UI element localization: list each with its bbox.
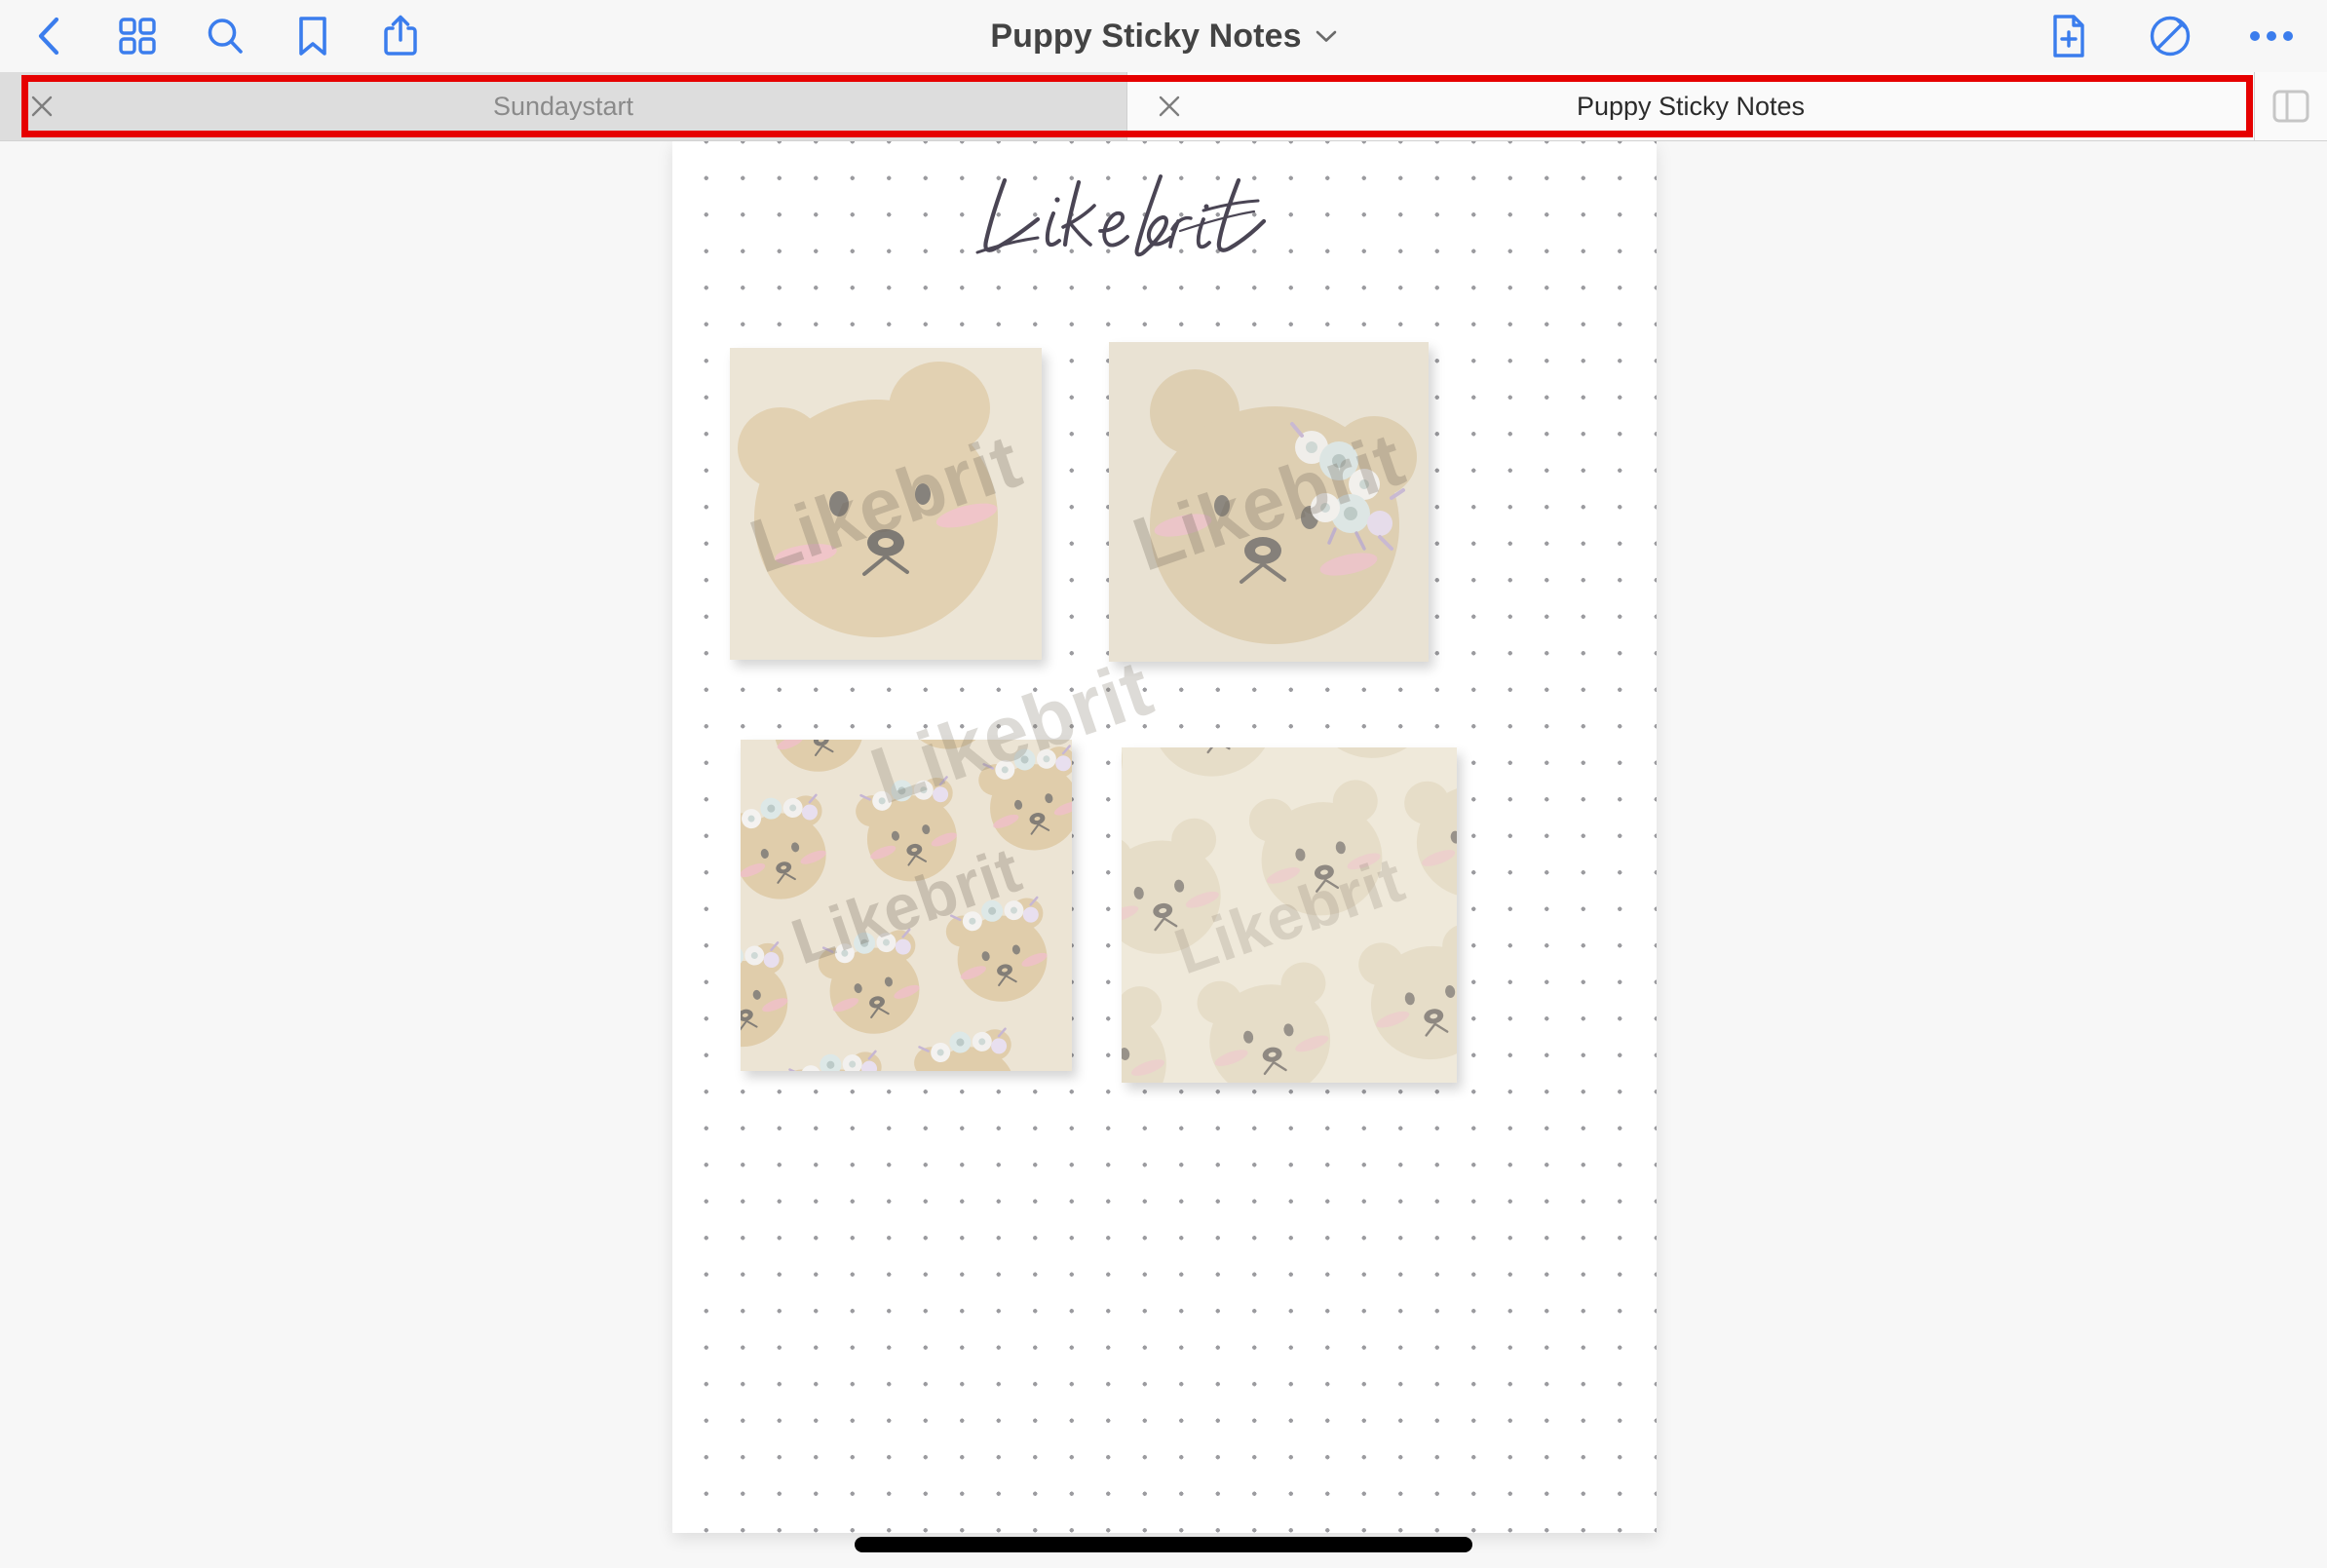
back-button[interactable] bbox=[27, 14, 72, 58]
bookmark-icon[interactable] bbox=[290, 14, 335, 58]
more-ellipsis-icon[interactable] bbox=[2249, 14, 2294, 58]
chevron-down-icon[interactable] bbox=[1316, 30, 1337, 43]
search-icon[interactable] bbox=[203, 14, 248, 58]
home-indicator bbox=[855, 1537, 1472, 1552]
add-page-icon[interactable] bbox=[2046, 14, 2091, 58]
floral-bear-pattern-sticky-note[interactable]: Likebrit bbox=[741, 740, 1072, 1071]
document-canvas[interactable]: Likebrit Likebrit Likebrit Likebrit Like… bbox=[0, 141, 2327, 1568]
bear-face-sticky-note[interactable]: Likebrit bbox=[730, 348, 1042, 660]
top-toolbar: Puppy Sticky Notes bbox=[0, 0, 2327, 72]
tab-sundaystart[interactable]: Sundaystart bbox=[0, 72, 1126, 140]
app-window: Puppy Sticky Notes Sundaystart Puppy Sti… bbox=[0, 0, 2327, 1568]
toolbar-left-group bbox=[0, 14, 423, 58]
tab-label: Sundaystart bbox=[492, 93, 634, 120]
edit-pen-icon[interactable] bbox=[2148, 14, 2193, 58]
bear-with-flower-crown-sticky-note[interactable]: Likebrit bbox=[1109, 342, 1429, 662]
tab-puppy-sticky-notes[interactable]: Puppy Sticky Notes bbox=[1126, 72, 2255, 140]
notebook-page[interactable]: Likebrit Likebrit Likebrit Likebrit Like… bbox=[672, 141, 1657, 1533]
toolbar-right-group bbox=[2046, 0, 2294, 72]
bear-flower-crown-artwork bbox=[1109, 342, 1429, 662]
bear-pattern-sticky-note[interactable]: Likebrit bbox=[1122, 747, 1457, 1083]
close-icon[interactable] bbox=[1155, 92, 1184, 121]
floral-bear-pattern-artwork bbox=[741, 740, 1072, 1071]
bear-face-artwork bbox=[730, 348, 1042, 660]
brand-script-logo: Likebrit bbox=[672, 163, 1657, 275]
document-title-button[interactable]: Puppy Sticky Notes bbox=[990, 19, 1336, 53]
close-icon[interactable] bbox=[27, 92, 57, 121]
sidebar-toggle-icon[interactable] bbox=[2255, 72, 2327, 140]
grid-view-icon[interactable] bbox=[115, 14, 160, 58]
page-title: Puppy Sticky Notes bbox=[990, 18, 1302, 55]
share-icon[interactable] bbox=[378, 14, 423, 58]
tab-strip: Sundaystart Puppy Sticky Notes bbox=[0, 72, 2327, 141]
tab-label: Puppy Sticky Notes bbox=[1576, 93, 1806, 120]
bear-pattern-artwork bbox=[1122, 747, 1457, 1083]
